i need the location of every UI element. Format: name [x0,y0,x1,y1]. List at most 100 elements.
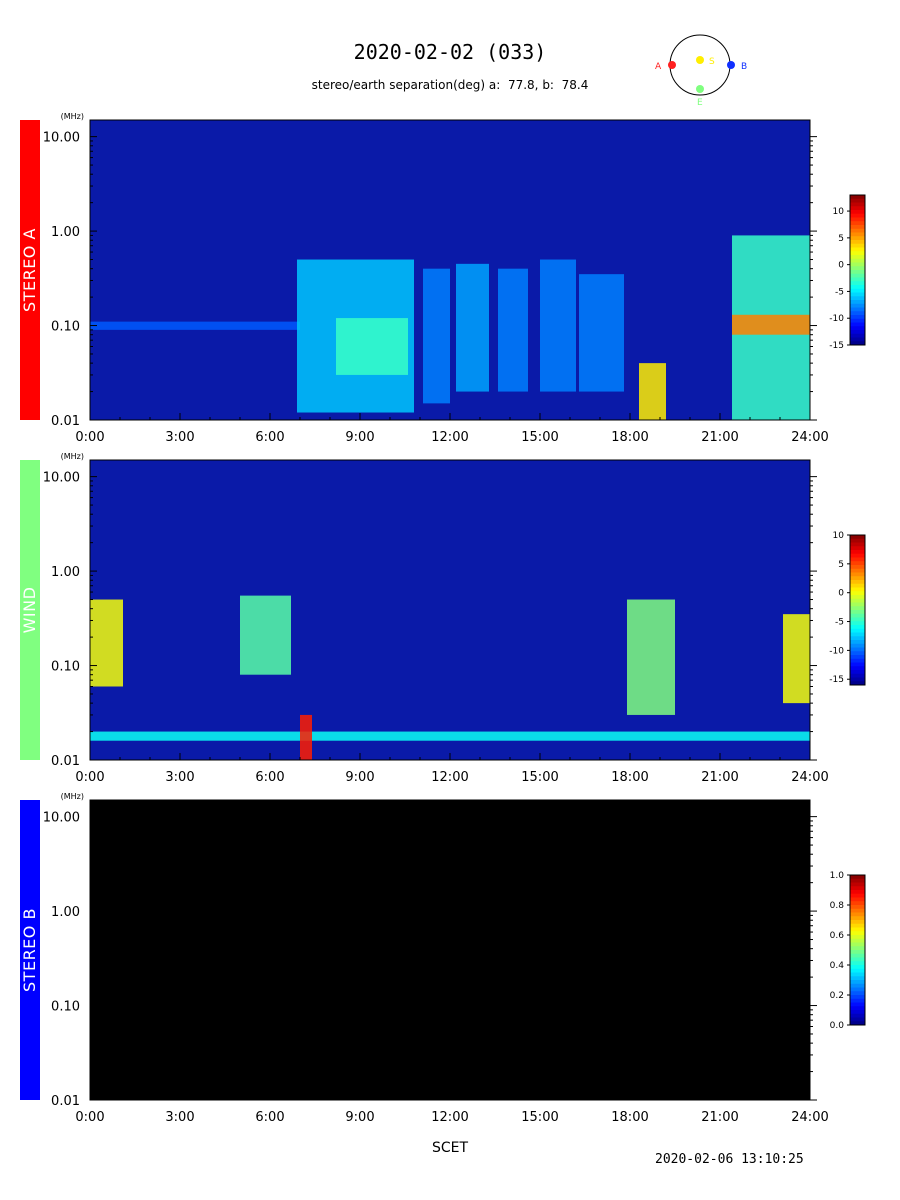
orbit-label-e: E [697,98,703,108]
spectrogram-feature [90,731,810,741]
colorbar-segment [850,546,865,551]
colorbar-segment [850,647,865,652]
y-tick-label: 1.00 [51,905,80,920]
colorbar-segment [850,228,865,233]
colorbar-segment [850,950,865,955]
colorbar-segment [850,882,865,887]
colorbar-segment [850,232,865,237]
colorbar-segment [850,610,865,615]
colorbar-segment [850,655,865,660]
x-tick-label: 15:00 [521,1110,558,1125]
spectrogram-background [90,800,810,1100]
spectrogram-feature [336,318,408,375]
colorbar-segment [850,576,865,581]
x-tick-label: 0:00 [75,1110,104,1125]
orbit-dot-s [696,56,704,64]
colorbar-segment [850,953,865,958]
x-tick-label: 9:00 [345,1110,374,1125]
orbit-dot-b [727,61,735,69]
colorbar-tick-label: 1.0 [830,871,845,881]
colorbar-segment [850,315,865,320]
colorbar-tick-label: 0.4 [830,961,845,971]
x-tick-label: 21:00 [701,1110,738,1125]
colorbar-segment [850,322,865,327]
x-tick-label: 21:00 [701,430,738,445]
colorbar-segment [850,983,865,988]
colorbar-segment [850,617,865,622]
orbit-label-a: A [655,62,662,72]
colorbar-segment [850,893,865,898]
x-tick-label: 18:00 [611,770,648,785]
colorbar-tick-label: 0.2 [830,991,844,1001]
y-tick-label: 0.10 [51,320,80,335]
colorbar-segment [850,210,865,215]
colorbar-segment [850,651,865,656]
colorbar-segment [850,217,865,222]
y-axis-unit: (MHz) [61,792,84,801]
colorbar-tick-label: 0.8 [830,901,845,911]
colorbar-tick-label: -15 [829,341,844,351]
colorbar-segment [850,912,865,917]
colorbar-segment [850,243,865,248]
stereo-b-spectrogram: (MHz) 0.01 0.10 1.00 10.00 0:00 3:00 6:00 9:00 12… [43,792,866,1125]
colorbar-segment [850,632,865,637]
colorbar-segment [850,621,865,626]
colorbar-segment [850,542,865,547]
x-tick-label: 24:00 [791,430,828,445]
colorbar-segment [850,591,865,596]
colorbar-segment [850,262,865,267]
colorbar-segment [850,296,865,301]
colorbar-segment [850,640,865,645]
x-tick-label: 12:00 [431,1110,468,1125]
x-tick-label: 3:00 [165,1110,194,1125]
spectrogram-feature [240,595,291,675]
x-tick-label: 18:00 [611,430,648,445]
colorbar-segment [850,965,865,970]
colorbar-segment [850,673,865,678]
y-tick-label: 10.00 [43,471,80,486]
colorbar-segment [850,300,865,305]
colorbar-segment [850,270,865,275]
y-tick-label: 1.00 [51,565,80,580]
colorbar-segment [850,337,865,342]
x-tick-label: 24:00 [791,1110,828,1125]
colorbar-segment [850,565,865,570]
colorbar-tick-label: 0.0 [830,1021,845,1031]
colorbar-segment [850,946,865,951]
separation-b-label: b: [542,78,554,92]
colorbar-tick-label: -5 [835,618,844,628]
spectrogram-background [90,460,810,760]
colorbar-segment [850,213,865,218]
x-tick-label: 0:00 [75,430,104,445]
colorbar-segment [850,258,865,263]
colorbar-segment [850,995,865,1000]
colorbar-segment [850,1017,865,1022]
colorbar-segment [850,330,865,335]
x-tick-label: 9:00 [345,770,374,785]
x-tick-label: 3:00 [165,430,194,445]
separation-subtitle: stereo/earth separation(deg) a: 77.8, b:… [311,78,589,92]
colorbar-segment [850,587,865,592]
colorbar-segment [850,1002,865,1007]
y-tick-label: 1.00 [51,225,80,240]
orbit-label-b: B [741,62,747,72]
y-tick-label: 0.01 [51,754,80,769]
colorbar-segment [850,281,865,286]
colorbar-segment [850,307,865,312]
colorbar-tick-label: 10 [833,531,845,541]
colorbar-segment [850,987,865,992]
x-tick-label: 6:00 [255,430,284,445]
y-tick-label: 0.10 [51,1000,80,1015]
spectrogram-feature [300,714,312,760]
spectrogram-feature [627,599,675,715]
colorbar-segment [850,1006,865,1011]
y-tick-label: 10.00 [43,811,80,826]
orbit-diagram: A S B E [655,34,747,108]
colorbar-segment [850,255,865,260]
colorbar-segment [850,202,865,207]
x-tick-label: 24:00 [791,770,828,785]
colorbar-tick-label: -10 [829,314,844,324]
colorbar-segment [850,595,865,600]
colorbar-segment [850,908,865,913]
spectrogram-feature [579,274,624,392]
